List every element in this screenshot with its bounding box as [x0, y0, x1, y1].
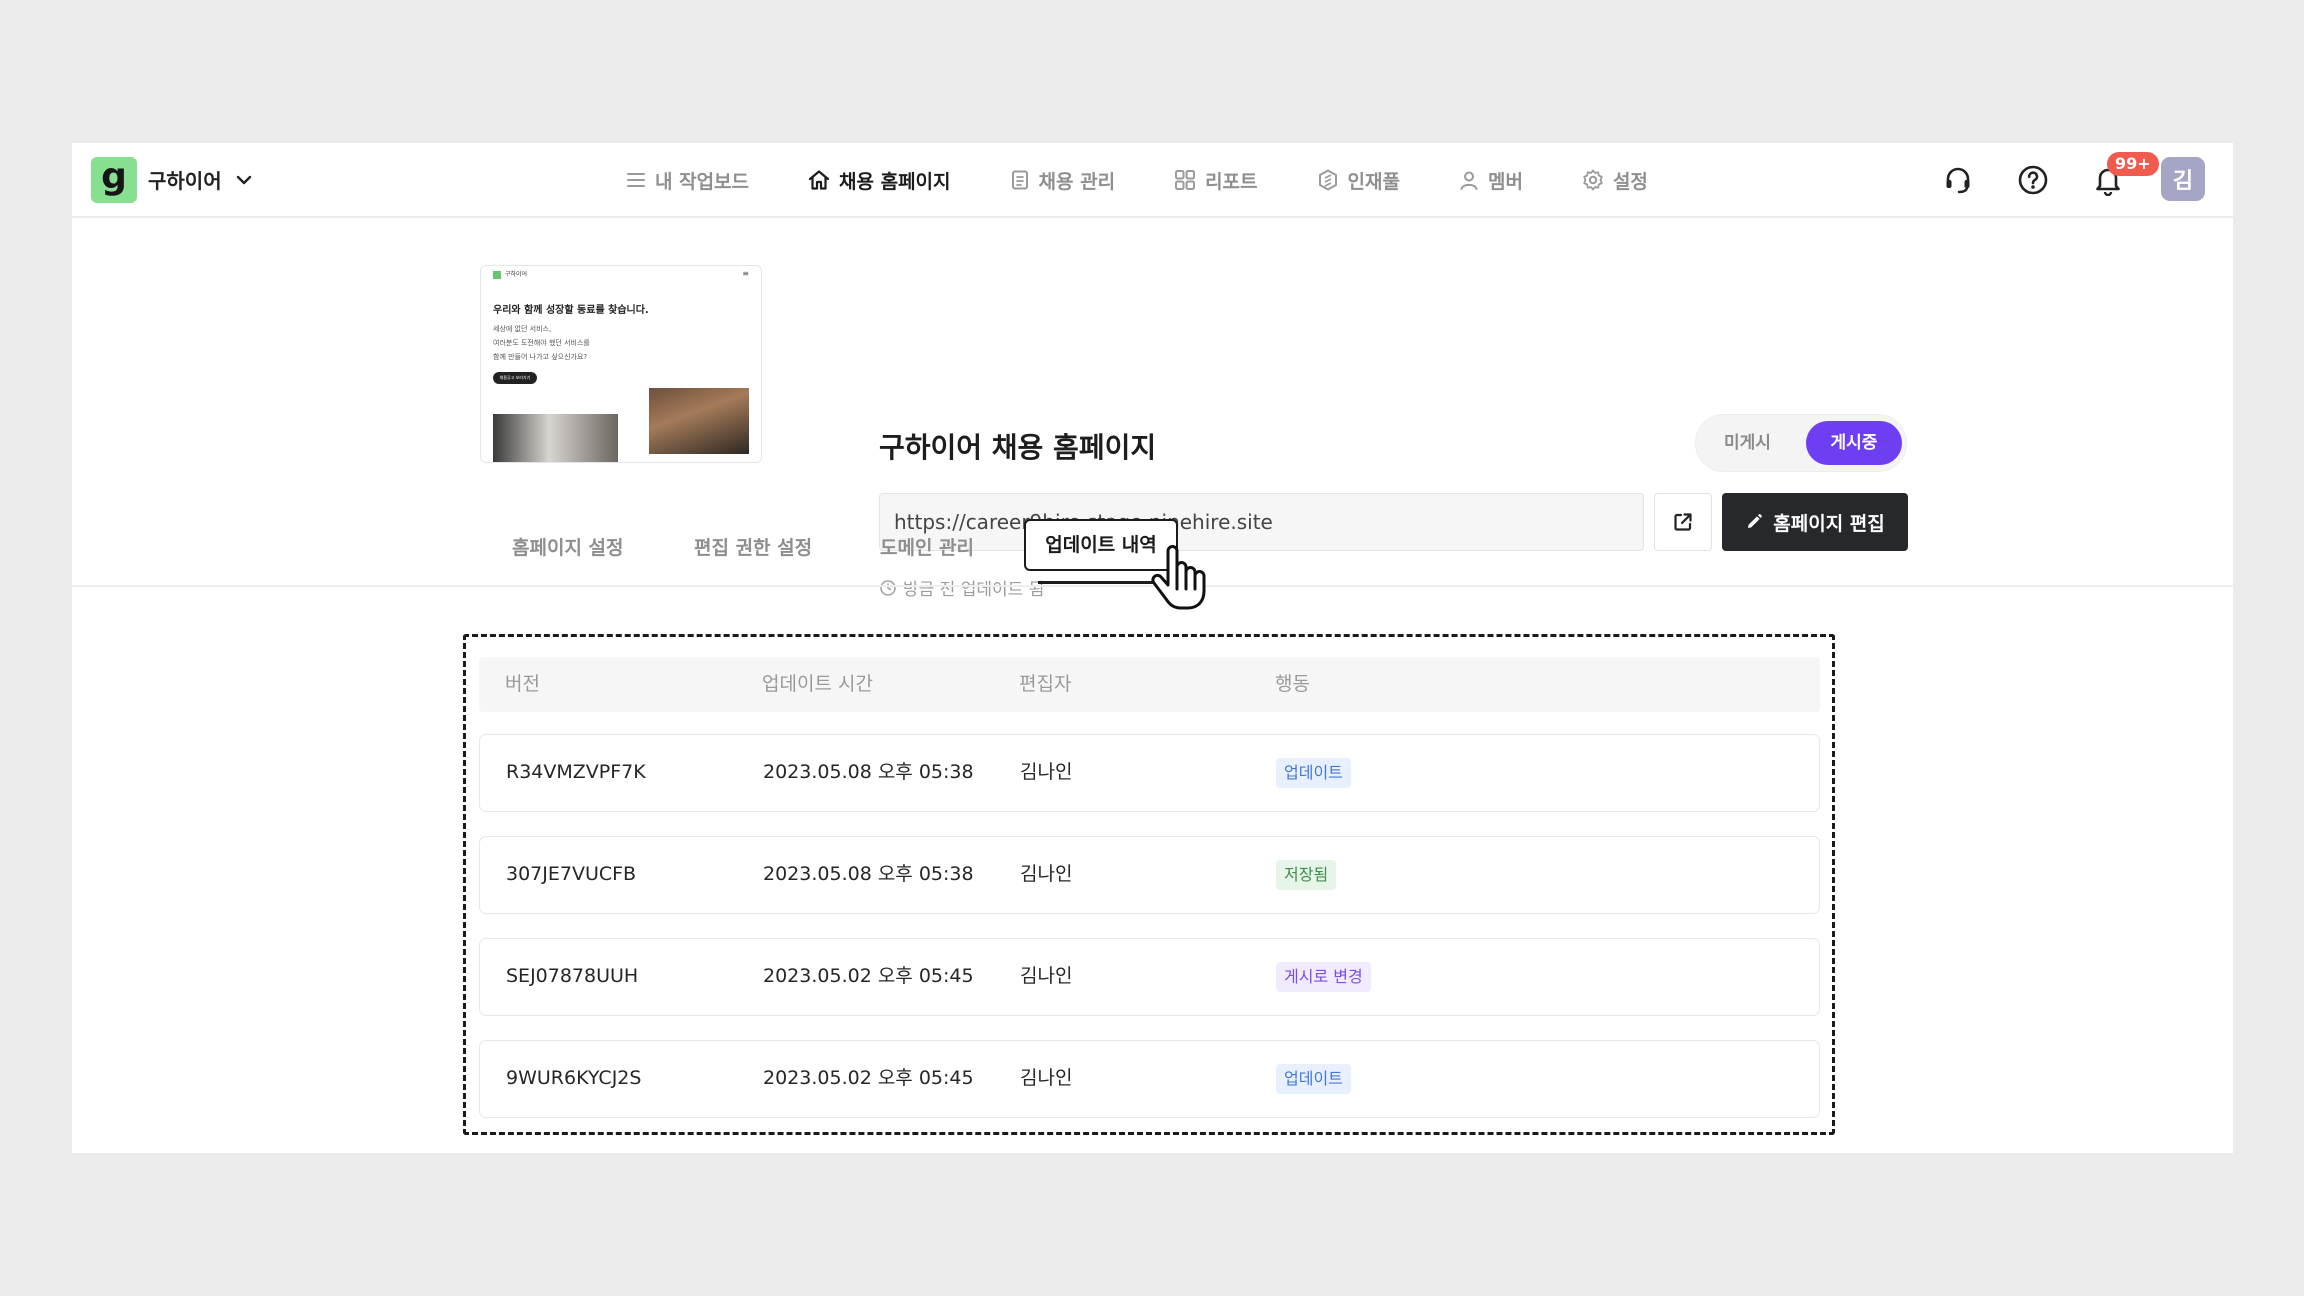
unpublished-option[interactable]: 미게시 — [1724, 421, 1771, 465]
table-header: 버전 업데이트 시간 편집자 행동 — [479, 657, 1820, 712]
nav-item-label: 리포트 — [1205, 170, 1258, 193]
nav-item-settings[interactable]: 설정 — [1581, 167, 1648, 194]
support-button[interactable] — [1940, 162, 1976, 198]
pencil-icon — [1748, 514, 1763, 528]
notification-badge: 99+ — [2107, 152, 2159, 176]
tab-domain-management[interactable]: 도메인 관리 — [880, 533, 974, 560]
page-title: 구하이어 채용 홈페이지 — [879, 431, 1157, 464]
nav-item-workboard[interactable]: 내 작업보드 — [625, 167, 749, 194]
nav-item-label: 설정 — [1612, 170, 1648, 193]
published-option[interactable]: 게시중 — [1806, 421, 1902, 465]
open-link-button[interactable] — [1654, 493, 1712, 551]
homepage-url-field[interactable]: https://career9hire.stage.ninehire.site — [879, 493, 1644, 551]
time-cell: 2023.05.02 오후 05:45 — [763, 965, 974, 987]
preview-button: 채용공고 보러가기 — [493, 372, 537, 384]
column-header-action: 행동 — [1275, 673, 1310, 695]
update-status-text: 방금 전 업데이트 됨 — [903, 580, 1045, 600]
home-icon — [808, 170, 830, 190]
nav-item-label: 인재풀 — [1347, 170, 1400, 193]
preview-office-image — [649, 388, 749, 454]
top-nav: g 구하이어 내 작업보드 채용 홈페이지 채용 관리 리포트 인재풀 멤버 설… — [72, 143, 2233, 218]
table-row[interactable]: SEJ07878UUH 2023.05.02 오후 05:45 김나인 게시로 … — [479, 938, 1820, 1016]
editor-cell: 김나인 — [1020, 1067, 1073, 1089]
chevron-down-icon — [236, 175, 251, 184]
column-header-editor: 편집자 — [1019, 673, 1072, 695]
time-cell: 2023.05.08 오후 05:38 — [763, 761, 974, 783]
nav-item-label: 채용 관리 — [1038, 170, 1116, 193]
version-cell: 307JE7VUCFB — [506, 863, 637, 885]
tab-edit-permissions[interactable]: 편집 권한 설정 — [694, 533, 812, 560]
preview-office-image — [493, 414, 618, 462]
active-tab-indicator — [1038, 581, 1156, 584]
nav-item-talent-pool[interactable]: 인재풀 — [1316, 167, 1400, 194]
action-badge: 저장됨 — [1276, 860, 1337, 890]
table-row[interactable]: R34VMZVPF7K 2023.05.08 오후 05:38 김나인 업데이트 — [479, 734, 1820, 812]
table-row[interactable]: 9WUR6KYCJ2S 2023.05.02 오후 05:45 김나인 업데이트 — [479, 1040, 1820, 1118]
editor-cell: 김나인 — [1020, 761, 1073, 783]
grid-icon — [1175, 170, 1196, 190]
preview-brand: 구하이어 — [505, 271, 528, 278]
preview-line: 함께 만들어 나가고 싶으신가요? — [493, 353, 588, 361]
action-badge: 업데이트 — [1276, 1064, 1351, 1094]
nav-item-members[interactable]: 멤버 — [1458, 167, 1523, 194]
action-badge: 업데이트 — [1276, 758, 1351, 788]
version-cell: 9WUR6KYCJ2S — [506, 1067, 642, 1089]
user-icon — [1460, 171, 1478, 190]
nav-item-report[interactable]: 리포트 — [1173, 167, 1258, 194]
editor-cell: 김나인 — [1020, 965, 1073, 987]
headset-icon — [1946, 167, 1970, 194]
nav-item-label: 채용 홈페이지 — [839, 170, 951, 193]
company-name: 구하이어 — [148, 169, 222, 193]
version-cell: R34VMZVPF7K — [506, 761, 646, 783]
avatar[interactable]: 김 — [2161, 157, 2205, 201]
table-row[interactable]: 307JE7VUCFB 2023.05.08 오후 05:38 김나인 저장됨 — [479, 836, 1820, 914]
publish-toggle[interactable]: 미게시 게시중 — [1695, 414, 1907, 472]
action-badge: 게시로 변경 — [1276, 962, 1371, 992]
help-icon — [2018, 165, 2048, 195]
clock-icon — [880, 579, 896, 596]
time-cell: 2023.05.02 오후 05:45 — [763, 1067, 974, 1089]
column-header-version: 버전 — [505, 673, 540, 695]
version-cell: SEJ07878UUH — [506, 965, 639, 987]
main-nav: 내 작업보드 채용 홈페이지 채용 관리 리포트 인재풀 멤버 설정 — [625, 143, 1706, 217]
preview-headline: 우리와 함께 성장할 동료를 찾습니다. — [493, 305, 649, 316]
list-icon — [627, 173, 645, 187]
preview-line: 여러분도 도전해야 했던 서비스를 — [493, 339, 590, 347]
editor-cell: 김나인 — [1020, 863, 1073, 885]
edit-homepage-label: 홈페이지 편집 — [1773, 512, 1885, 535]
hand-cursor-icon — [1151, 545, 1206, 610]
pool-icon — [1318, 169, 1337, 191]
nav-item-label: 내 작업보드 — [655, 170, 750, 193]
column-header-time: 업데이트 시간 — [762, 673, 873, 695]
nav-item-career-homepage[interactable]: 채용 홈페이지 — [807, 167, 951, 194]
nav-item-recruit-management[interactable]: 채용 관리 — [1009, 167, 1116, 194]
nav-item-label: 멤버 — [1487, 170, 1523, 193]
homepage-preview-thumbnail[interactable]: 구하이어 ≡ 우리와 함께 성장할 동료를 찾습니다. 세상에 없던 서비스, … — [480, 265, 762, 463]
edit-homepage-button[interactable]: 홈페이지 편집 — [1722, 493, 1908, 551]
company-switcher[interactable]: 구하이어 — [148, 165, 252, 194]
preview-line: 세상에 없던 서비스, — [493, 325, 552, 333]
app-window: g 구하이어 내 작업보드 채용 홈페이지 채용 관리 리포트 인재풀 멤버 설… — [72, 143, 2233, 1153]
document-icon — [1011, 170, 1028, 190]
gear-icon — [1583, 169, 1603, 191]
tab-homepage-settings[interactable]: 홈페이지 설정 — [512, 533, 624, 560]
help-button[interactable] — [2015, 162, 2051, 198]
external-link-icon — [1674, 513, 1692, 531]
company-logo[interactable]: g — [91, 157, 137, 203]
hamburger-icon: ≡ — [742, 269, 749, 278]
preview-logo — [493, 271, 501, 279]
update-status: 방금 전 업데이트 됨 — [879, 575, 1044, 600]
time-cell: 2023.05.08 오후 05:38 — [763, 863, 974, 885]
